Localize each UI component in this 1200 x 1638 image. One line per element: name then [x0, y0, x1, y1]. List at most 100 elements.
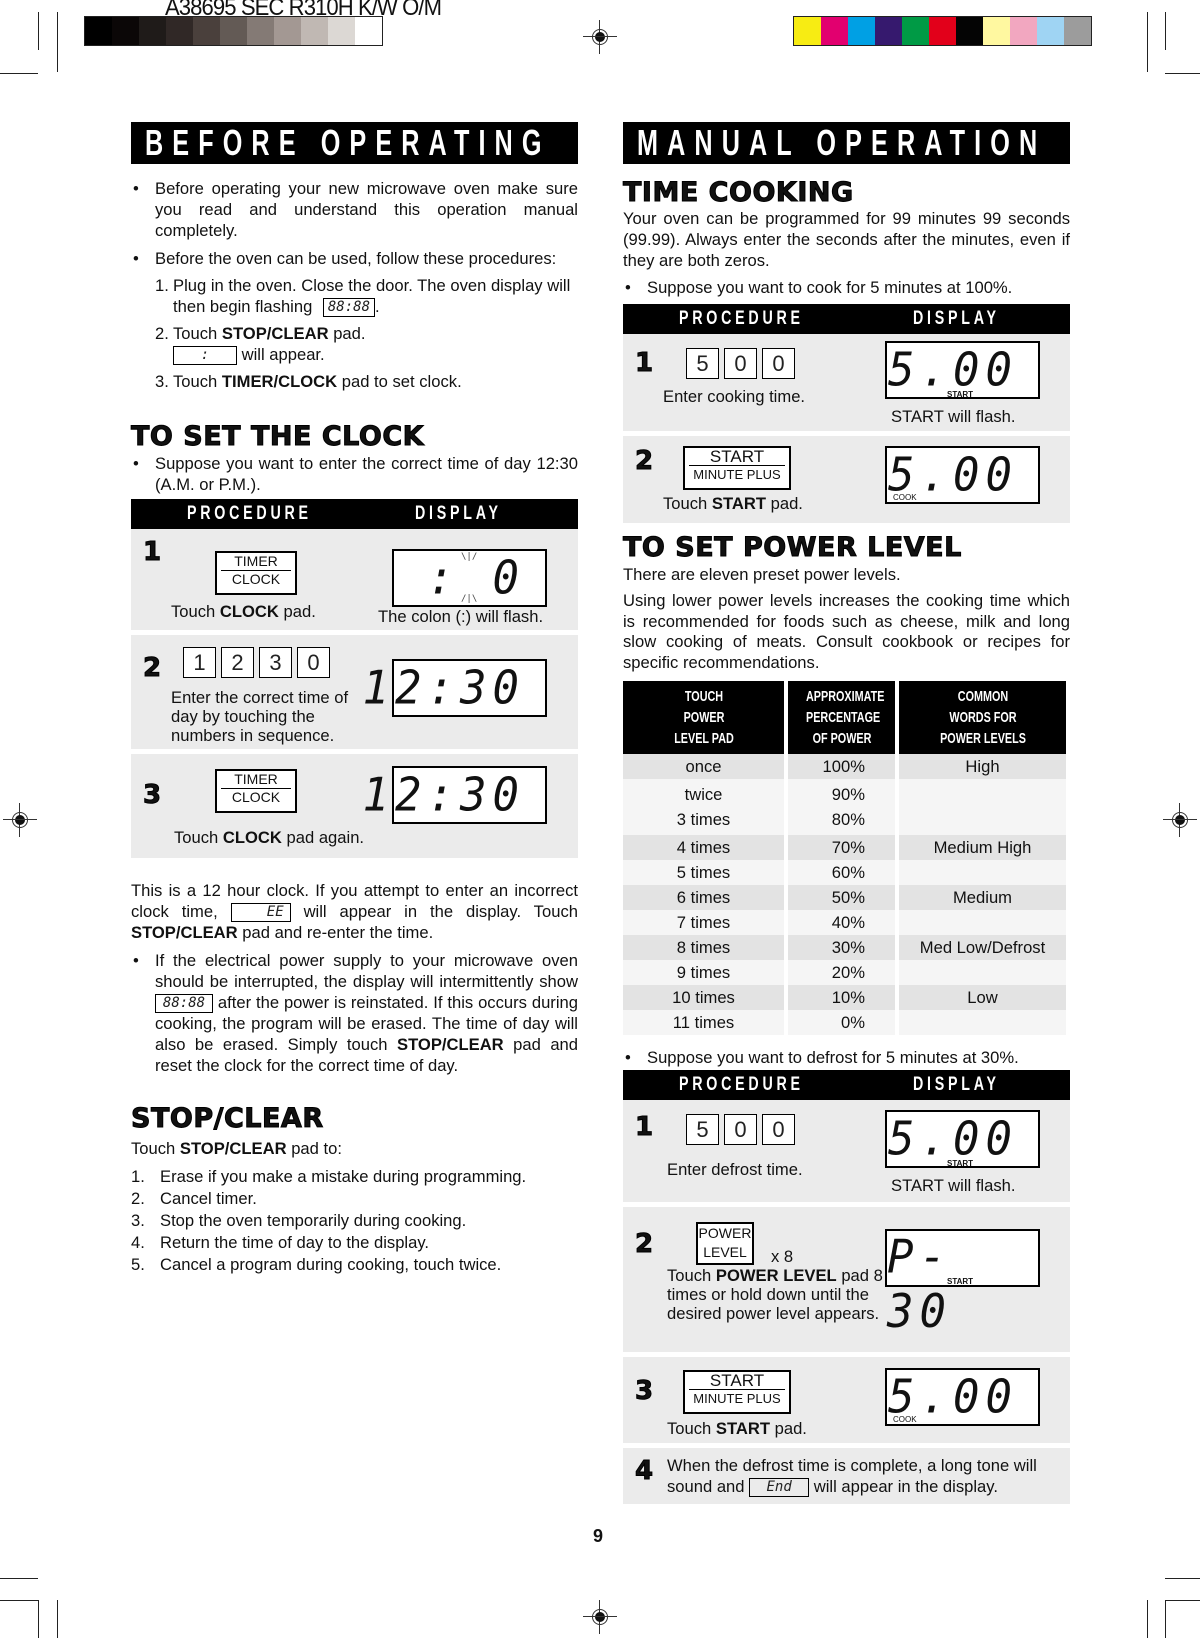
- color-swatch: [328, 17, 355, 45]
- crop-mark: [0, 1600, 38, 1601]
- step-caption: When the defrost time is complete, a lon…: [667, 1456, 1037, 1498]
- table-cell-word: Low: [899, 985, 1066, 1010]
- key-5[interactable]: 5: [686, 1114, 719, 1145]
- timer-clock-pad[interactable]: TIMER CLOCK: [215, 769, 297, 814]
- table-row: once 100% High: [623, 754, 1070, 779]
- color-swatch: [848, 17, 875, 45]
- table-header: TOUCH POWER LEVEL PAD APPROXIMATE PERCEN…: [623, 681, 1070, 754]
- lcd-display: 5.00 START: [885, 341, 1040, 399]
- time-cooking-step-2: 2 START MINUTE PLUS Touch START pad. 5.0…: [623, 436, 1070, 523]
- crop-mark: [1165, 1578, 1200, 1579]
- color-swatch: [1037, 17, 1064, 45]
- table-cell-pad: 8 times: [623, 935, 784, 960]
- key-2[interactable]: 2: [221, 647, 254, 679]
- color-swatch: [139, 17, 166, 45]
- step-number: 1: [634, 348, 654, 379]
- registration-mark-icon: [583, 20, 617, 54]
- number-keys: 5 0 0: [686, 1114, 795, 1145]
- clock-step-2: 2 1 2 3 0 Enter the correct time of day …: [131, 635, 578, 750]
- step-number: 2: [634, 446, 654, 477]
- color-swatch: [274, 17, 301, 45]
- key-0[interactable]: 0: [762, 348, 795, 379]
- table-cell-pad: 10 times: [623, 985, 784, 1010]
- crop-mark: [1165, 12, 1166, 50]
- column-header: TOUCH POWER LEVEL PAD: [623, 681, 784, 754]
- color-swatch: [875, 17, 902, 45]
- color-swatch: [929, 17, 956, 45]
- list-item: 2. Cancel timer.: [131, 1189, 257, 1209]
- crop-mark: [38, 12, 39, 50]
- lcd-ee: EE: [230, 903, 291, 923]
- crop-mark: [0, 1578, 38, 1579]
- key-5[interactable]: 5: [686, 348, 719, 379]
- display-caption: The colon (:) will flash.: [378, 607, 544, 627]
- key-0[interactable]: 0: [724, 1114, 757, 1145]
- key-3[interactable]: 3: [259, 647, 292, 679]
- display-caption: START will flash.: [891, 407, 1016, 426]
- table-row: 10 times 10% Low: [623, 985, 1070, 1010]
- defrost-bullet: Suppose you want to defrost for 5 minute…: [623, 1047, 1070, 1068]
- color-swatch: [983, 17, 1010, 45]
- stop-clear-intro: Touch STOP/CLEAR pad to:: [131, 1139, 342, 1159]
- press-multiplier: x 8: [771, 1247, 794, 1266]
- color-swatch: [355, 17, 382, 45]
- color-swatch: [956, 17, 983, 45]
- number-keys: 5 0 0: [686, 348, 795, 379]
- table-cell-pct: 30%: [788, 935, 895, 960]
- step-caption: Enter the correct time of day by touchin…: [171, 688, 349, 746]
- table-cell-word: [899, 910, 1066, 935]
- clock-step-1: 1 TIMER CLOCK Touch CLOCK pad. \|/ /|\ :…: [131, 529, 578, 631]
- defrost-step-1: 1 5 0 0 Enter defrost time. 5.00 START S…: [623, 1100, 1070, 1202]
- table-cell-pct: 50%: [788, 885, 895, 910]
- step-caption: Enter cooking time.: [663, 387, 806, 406]
- page-number: 9: [593, 1526, 604, 1546]
- table-row: 9 times 20%: [623, 960, 1070, 985]
- start-minute-plus-pad[interactable]: START MINUTE PLUS: [683, 446, 791, 490]
- time-cooking-body: Your oven can be programmed for 99 minut…: [623, 209, 1070, 270]
- lcd-88-88: 88:88: [322, 298, 375, 318]
- number-keys: 1 2 3 0: [183, 647, 330, 679]
- power-level-body-1: There are eleven preset power levels.: [623, 565, 901, 584]
- column-header: APPROXIMATE PERCENTAGE OF POWER: [788, 681, 895, 754]
- clock-bullet: Suppose you want to enter the correct ti…: [131, 453, 578, 495]
- step-caption: Enter defrost time.: [667, 1160, 803, 1179]
- table-cell-pct: 70%: [788, 835, 895, 860]
- key-0[interactable]: 0: [762, 1114, 795, 1145]
- table-row: 4 times 70% Medium High: [623, 835, 1070, 860]
- lcd-display: 12:30: [363, 659, 547, 718]
- key-0[interactable]: 0: [724, 348, 757, 379]
- power-level-pad[interactable]: POWER LEVEL: [696, 1222, 754, 1265]
- right-column: MANUAL OPERATION TIME COOKING Your oven …: [623, 122, 1070, 1504]
- step-number: 3: [142, 780, 162, 811]
- key-0[interactable]: 0: [297, 647, 330, 679]
- defrost-step-3: 3 START MINUTE PLUS Touch START pad. 5.0…: [623, 1357, 1070, 1443]
- key-1[interactable]: 1: [183, 647, 216, 679]
- start-minute-plus-pad[interactable]: START MINUTE PLUS: [683, 1370, 791, 1414]
- color-swatch: [112, 17, 139, 45]
- lcd-display: 5.00 START: [885, 1110, 1040, 1168]
- timer-clock-pad[interactable]: TIMER CLOCK: [215, 551, 297, 596]
- crop-mark: [1147, 1600, 1148, 1638]
- step-number: 4: [634, 1456, 654, 1487]
- power-interrupt-bullet: If the electrical power supply to your m…: [131, 950, 578, 1076]
- table-cell-word: Medium: [899, 885, 1066, 910]
- set-clock-heading: TO SET THE CLOCK: [131, 421, 425, 453]
- step-caption: Touch START pad.: [663, 494, 803, 513]
- color-swatch: [1010, 17, 1037, 45]
- table-cell-pad: once: [623, 754, 784, 779]
- power-level-body-2: Using lower power levels increases the c…: [623, 591, 1070, 672]
- color-swatch: [1064, 17, 1091, 45]
- table-cell-word: [899, 960, 1066, 985]
- table-cell-pct: 40%: [788, 910, 895, 935]
- list-item: 5. Cancel a program during cooking, touch…: [131, 1255, 502, 1275]
- stop-clear-list: 1. Erase if you make a mistake during pro…: [131, 1166, 578, 1276]
- color-calibration-strip: [793, 16, 1092, 46]
- before-operating-banner: BEFORE OPERATING: [131, 122, 578, 164]
- table-cell-pad: 6 times: [623, 885, 784, 910]
- time-cooking-bullet: Suppose you want to cook for 5 minutes a…: [623, 277, 1070, 298]
- clock-step-3: 3 TIMER CLOCK Touch CLOCK pad again. 12:…: [131, 754, 578, 859]
- list-item: 1. Erase if you make a mistake during pro…: [131, 1167, 527, 1187]
- list-item: 4. Return the time of day to the display.: [131, 1233, 430, 1253]
- defrost-step-2: 2 POWER LEVEL x 8 Touch POWER LEVEL pad …: [623, 1207, 1070, 1352]
- list-item: 3. Stop the oven temporarily during cooki…: [131, 1211, 467, 1231]
